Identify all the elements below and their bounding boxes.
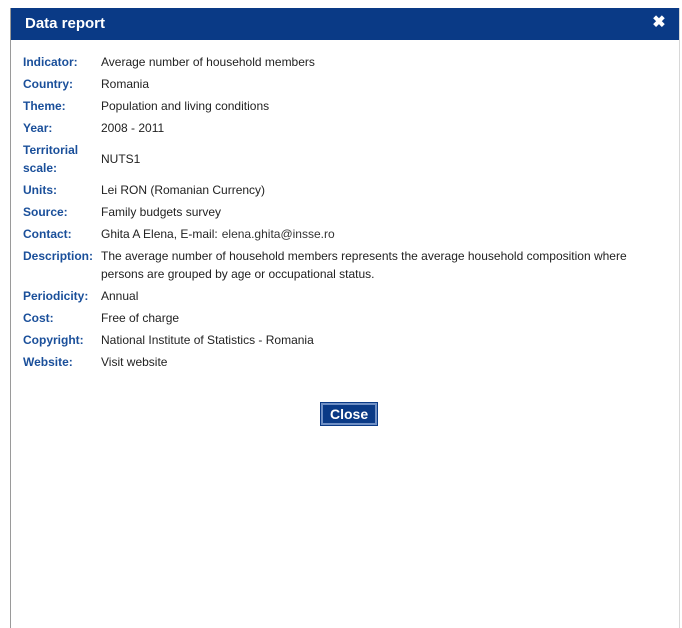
- row-website: Website: Visit website: [23, 353, 661, 375]
- row-source: Source: Family budgets survey: [23, 203, 661, 225]
- indicator-label: Indicator:: [23, 55, 78, 69]
- row-cost: Cost: Free of charge: [23, 309, 661, 331]
- row-contact: Contact: Ghita A Elena, E-mail: elena.ghi…: [23, 225, 661, 247]
- contact-label: Contact:: [23, 227, 72, 241]
- contact-name: Ghita A Elena, E-mail:: [101, 227, 218, 241]
- territorial-scale-label-line1: Territorial: [23, 143, 79, 157]
- data-report-dialog: Data report ✖ Indicator: Average number …: [10, 8, 680, 628]
- territorial-scale-value: NUTS1: [101, 152, 141, 166]
- cost-label: Cost:: [23, 311, 54, 325]
- country-value: Romania: [101, 77, 150, 91]
- website-label: Website:: [23, 355, 73, 369]
- row-indicator: Indicator: Average number of household m…: [23, 53, 661, 75]
- website-value: Visit website: [101, 353, 661, 375]
- row-theme: Theme: Population and living conditions: [23, 97, 661, 119]
- source-label: Source:: [23, 205, 68, 219]
- theme-label: Theme:: [23, 99, 66, 113]
- metadata-table: Indicator: Average number of household m…: [23, 53, 661, 375]
- periodicity-value: Annual: [101, 289, 139, 303]
- source-value: Family budgets survey: [101, 205, 222, 219]
- row-copyright: Copyright: National Institute of Statist…: [23, 331, 661, 353]
- row-country: Country: Romania: [23, 75, 661, 97]
- year-label: Year:: [23, 121, 53, 135]
- indicator-value: Average number of household members: [101, 55, 315, 69]
- units-value: Lei RON (Romanian Currency): [101, 183, 266, 197]
- units-label: Units:: [23, 183, 57, 197]
- contact-email[interactable]: elena.ghita@insse.ro: [222, 227, 335, 241]
- row-description: Description: The average number of house…: [23, 247, 661, 287]
- dialog-title: Data report: [25, 15, 106, 32]
- dialog-titlebar: Data report ✖: [11, 8, 679, 40]
- copyright-label: Copyright:: [23, 333, 84, 347]
- close-button[interactable]: Close: [321, 403, 378, 425]
- year-value: 2008 - 2011: [101, 121, 165, 135]
- cost-value: Free of charge: [101, 311, 180, 325]
- description-label: Description:: [23, 249, 94, 263]
- territorial-scale-label-line2: scale:: [23, 161, 58, 175]
- territorial-scale-label: Territorial scale:: [23, 141, 101, 181]
- periodicity-label: Periodicity:: [23, 289, 89, 303]
- visit-website-link[interactable]: Visit website: [101, 355, 167, 369]
- close-x-icon[interactable]: ✖: [651, 14, 667, 32]
- row-territorial-scale: Territorial scale: NUTS1: [23, 141, 661, 181]
- copyright-value: National Institute of Statistics - Roman…: [101, 333, 314, 347]
- country-label: Country:: [23, 77, 73, 91]
- description-value: The average number of household members …: [101, 249, 627, 281]
- row-periodicity: Periodicity: Annual: [23, 287, 661, 309]
- contact-value: Ghita A Elena, E-mail: elena.ghita@insse.…: [101, 225, 661, 247]
- theme-value: Population and living conditions: [101, 99, 270, 113]
- row-units: Units: Lei RON (Romanian Currency): [23, 181, 661, 203]
- row-year: Year: 2008 - 2011: [23, 119, 661, 141]
